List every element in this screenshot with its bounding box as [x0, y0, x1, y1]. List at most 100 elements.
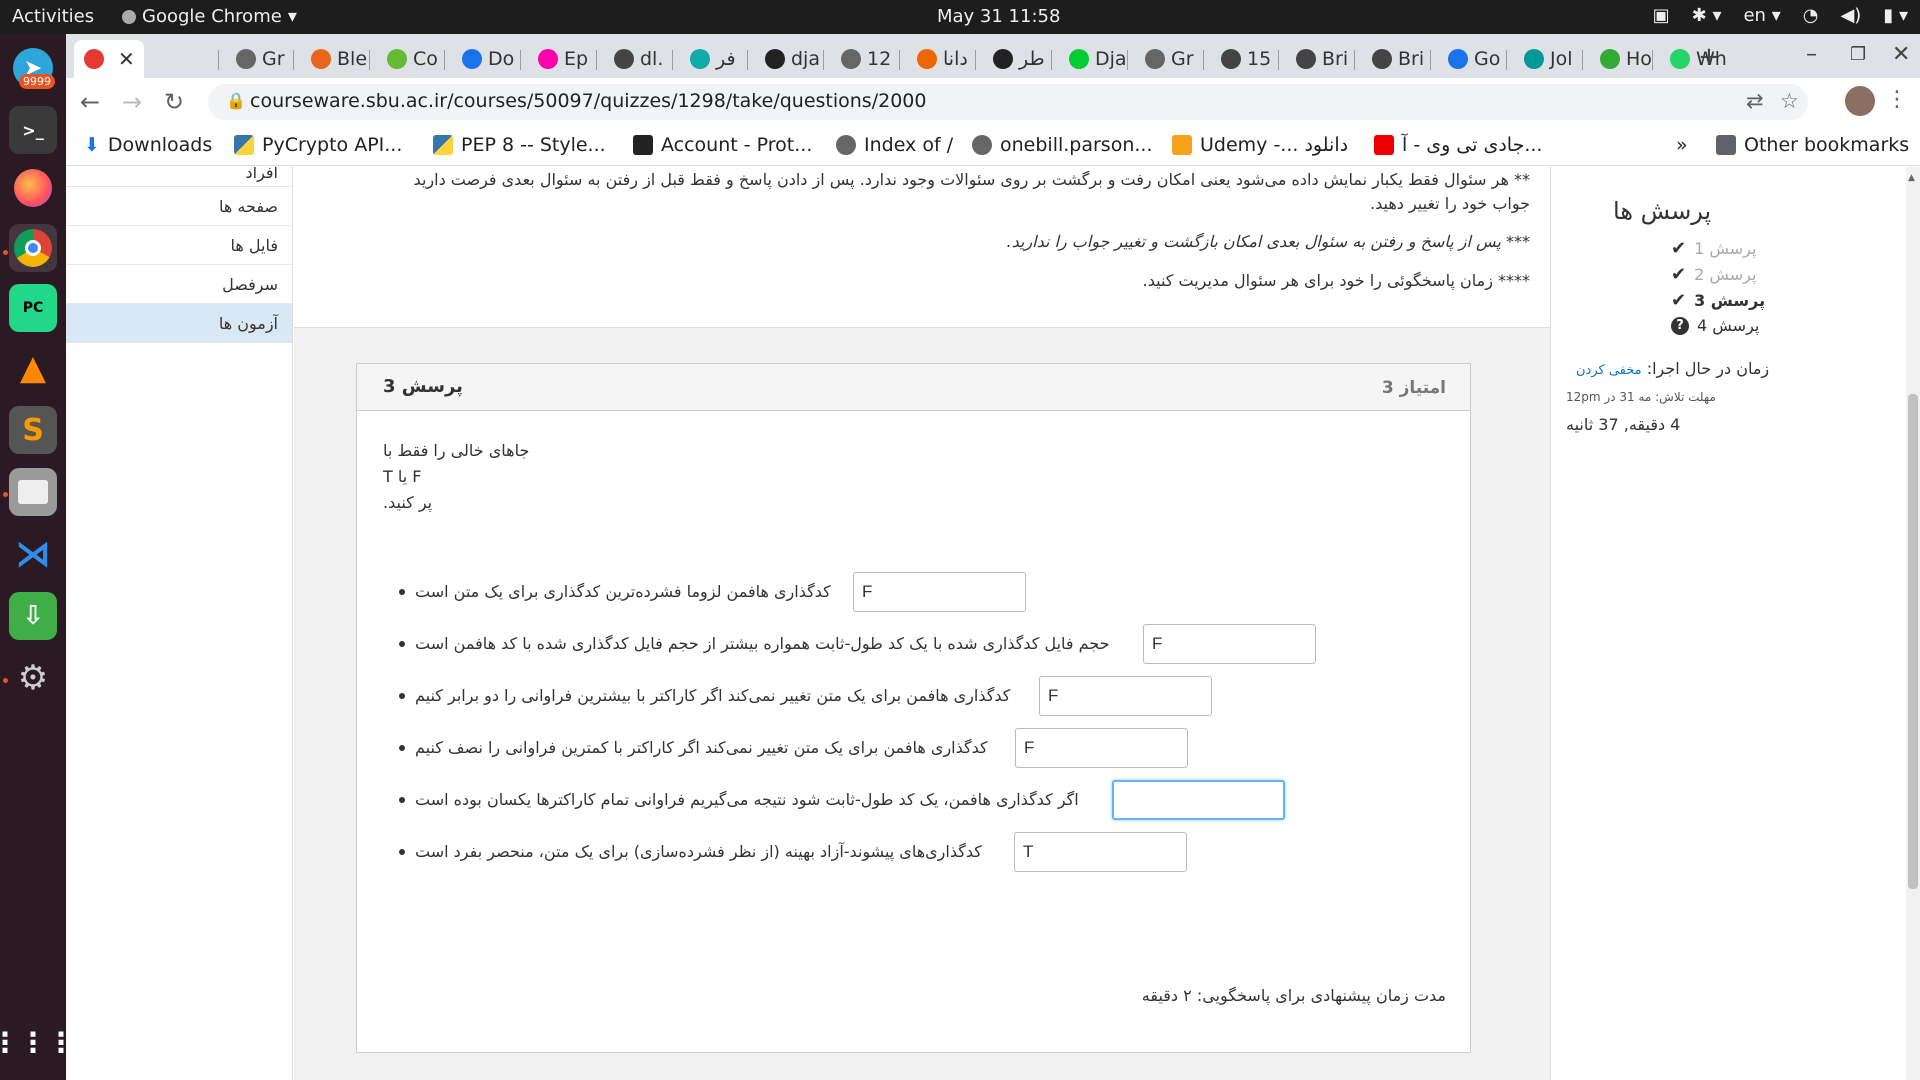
- download-manager-icon[interactable]: ⇩: [9, 592, 57, 640]
- tab-separator: [1430, 50, 1431, 70]
- tab-close-icon[interactable]: ✕: [118, 47, 135, 71]
- favicon-icon: [1600, 49, 1620, 69]
- chrome-icon[interactable]: [9, 224, 57, 272]
- pycharm-icon[interactable]: PC: [9, 284, 57, 332]
- protonmail-icon: [633, 135, 653, 155]
- answer-field[interactable]: [1143, 624, 1316, 664]
- nav-item-people[interactable]: افراد: [66, 167, 292, 187]
- activities-button[interactable]: Activities: [12, 6, 94, 27]
- tab[interactable]: Go: [1438, 40, 1508, 78]
- answer-field[interactable]: [1039, 676, 1212, 716]
- bookmarks-overflow[interactable]: »: [1676, 134, 1688, 156]
- favicon-icon: [538, 49, 558, 69]
- system-tray[interactable]: ▣ ✱ ▾ en ▾ ◔ ◀) ▮ ▾: [1653, 5, 1908, 26]
- nav-item-pages[interactable]: صفحه ها: [66, 187, 292, 226]
- tab[interactable]: Bri: [1286, 40, 1356, 78]
- address-bar[interactable]: 🔒 courseware.sbu.ac.ir/courses/50097/qui…: [208, 84, 1808, 120]
- reload-icon[interactable]: ↻: [164, 88, 184, 116]
- tab[interactable]: Ep: [528, 40, 598, 78]
- tab-title: Do: [488, 48, 515, 70]
- bookmark-pycrypto[interactable]: PyCrypto API...: [234, 134, 402, 156]
- scroll-up-icon[interactable]: ▲: [1908, 173, 1915, 183]
- tab[interactable]: Gr: [226, 40, 296, 78]
- vlc-icon[interactable]: ▲: [9, 344, 57, 392]
- tab[interactable]: dl.: [604, 40, 674, 78]
- firefox-icon[interactable]: [9, 164, 57, 212]
- forward-arrow-icon[interactable]: →: [122, 88, 142, 116]
- settings-gear-icon[interactable]: ⚙: [9, 654, 57, 702]
- tab[interactable]: طر: [983, 40, 1053, 78]
- bullet: [399, 641, 405, 647]
- hide-timer-link[interactable]: مخفی کردن: [1576, 363, 1642, 378]
- question-link-2[interactable]: ✔ پرسش 2: [1671, 264, 1756, 285]
- tab[interactable]: Bri: [1362, 40, 1432, 78]
- tab-title: Ho: [1626, 48, 1652, 70]
- tab[interactable]: Gr: [1135, 40, 1205, 78]
- terminal-icon[interactable]: >_: [9, 106, 57, 154]
- bookmark-downloads[interactable]: ⬇ Downloads: [84, 134, 212, 156]
- nav-item-quizzes[interactable]: آزمون ها: [66, 304, 292, 343]
- lock-icon[interactable]: 🔒: [226, 91, 246, 110]
- tab[interactable]: dja: [755, 40, 825, 78]
- bookmark-index[interactable]: Index of /: [836, 134, 953, 156]
- app-menu[interactable]: Google Chrome ▾: [122, 6, 297, 27]
- url-text[interactable]: courseware.sbu.ac.ir/courses/50097/quizz…: [250, 90, 926, 112]
- answer-field[interactable]: [853, 572, 1026, 612]
- tab[interactable]: Dja: [1059, 40, 1129, 78]
- new-tab-button[interactable]: +: [1698, 42, 1720, 72]
- window-close-icon[interactable]: ✕: [1892, 42, 1910, 67]
- tab[interactable]: Co: [377, 40, 447, 78]
- tab[interactable]: دانا: [907, 40, 977, 78]
- screen-share-icon[interactable]: ▣: [1653, 5, 1670, 26]
- tab[interactable]: Ho: [1590, 40, 1660, 78]
- bookmark-jadi[interactable]: جادی تی وی - آ...: [1374, 134, 1542, 156]
- restore-icon[interactable]: ❐: [1850, 44, 1866, 65]
- translate-icon[interactable]: ⇄: [1746, 89, 1764, 113]
- other-bookmarks[interactable]: Other bookmarks: [1716, 134, 1909, 156]
- bookmark-account[interactable]: Account - Prot...: [633, 134, 812, 156]
- answer-field[interactable]: [1015, 728, 1188, 768]
- bookmark-udemy[interactable]: Udemy -... دانلود: [1172, 134, 1348, 156]
- vscode-icon[interactable]: ⋊: [9, 530, 57, 578]
- accessibility-icon[interactable]: ✱ ▾: [1692, 5, 1722, 26]
- tab[interactable]: 15: [1211, 40, 1281, 78]
- profile-avatar[interactable]: [1845, 86, 1875, 116]
- tab[interactable]: 12: [831, 40, 901, 78]
- clock[interactable]: May 31 11:58: [937, 6, 1060, 27]
- language-indicator[interactable]: en ▾: [1743, 5, 1780, 26]
- question-link-3[interactable]: ✔ پرسش 3: [1671, 290, 1765, 311]
- sublime-text-icon[interactable]: S: [9, 406, 57, 454]
- answer-field-focused[interactable]: [1112, 780, 1285, 820]
- show-applications-icon[interactable]: ⋮⋮⋮: [0, 1018, 75, 1066]
- nav-item-files[interactable]: فایل ها: [66, 226, 292, 265]
- battery-icon[interactable]: ▮ ▾: [1883, 5, 1908, 26]
- tab-title: Go: [1474, 48, 1501, 70]
- page-scrollbar[interactable]: ▲: [1906, 167, 1920, 1080]
- scrollbar-thumb[interactable]: [1908, 394, 1918, 889]
- kebab-menu-icon[interactable]: ⋮: [1886, 87, 1908, 112]
- question-link-4[interactable]: ? پرسش 4: [1671, 316, 1759, 335]
- question-instruction: جاهای خالی را فقط با: [383, 441, 530, 460]
- bullet: [399, 693, 405, 699]
- favicon-icon: [1221, 49, 1241, 69]
- question-link-1[interactable]: ✔ پرسش 1: [1671, 238, 1756, 259]
- tab[interactable]: Do: [452, 40, 522, 78]
- answer-field[interactable]: [1014, 832, 1187, 872]
- tab[interactable]: فر: [680, 40, 750, 78]
- back-arrow-icon[interactable]: ←: [80, 88, 100, 116]
- volume-icon[interactable]: ◀): [1840, 5, 1861, 26]
- bookmark-star-icon[interactable]: ☆: [1780, 89, 1799, 113]
- tab[interactable]: Jol: [1514, 40, 1584, 78]
- item-text: کدگذاری هافمن لزوما فشرده‌ترین کدگذاری ب…: [415, 582, 831, 601]
- tab-separator: [1203, 50, 1204, 70]
- nav-item-syllabus[interactable]: سرفصل: [66, 265, 292, 304]
- tab-title: Co: [413, 48, 438, 70]
- tab-active[interactable]: ✕: [74, 40, 144, 78]
- bookmark-onebill[interactable]: onebill.parson...: [972, 134, 1153, 156]
- files-icon[interactable]: [9, 468, 57, 516]
- minimize-icon[interactable]: –: [1806, 42, 1817, 67]
- wifi-icon[interactable]: ◔: [1803, 5, 1819, 26]
- tab[interactable]: Ble: [301, 40, 371, 78]
- chrome-small-icon: [122, 9, 136, 24]
- bookmark-pep8[interactable]: PEP 8 -- Style...: [433, 134, 606, 156]
